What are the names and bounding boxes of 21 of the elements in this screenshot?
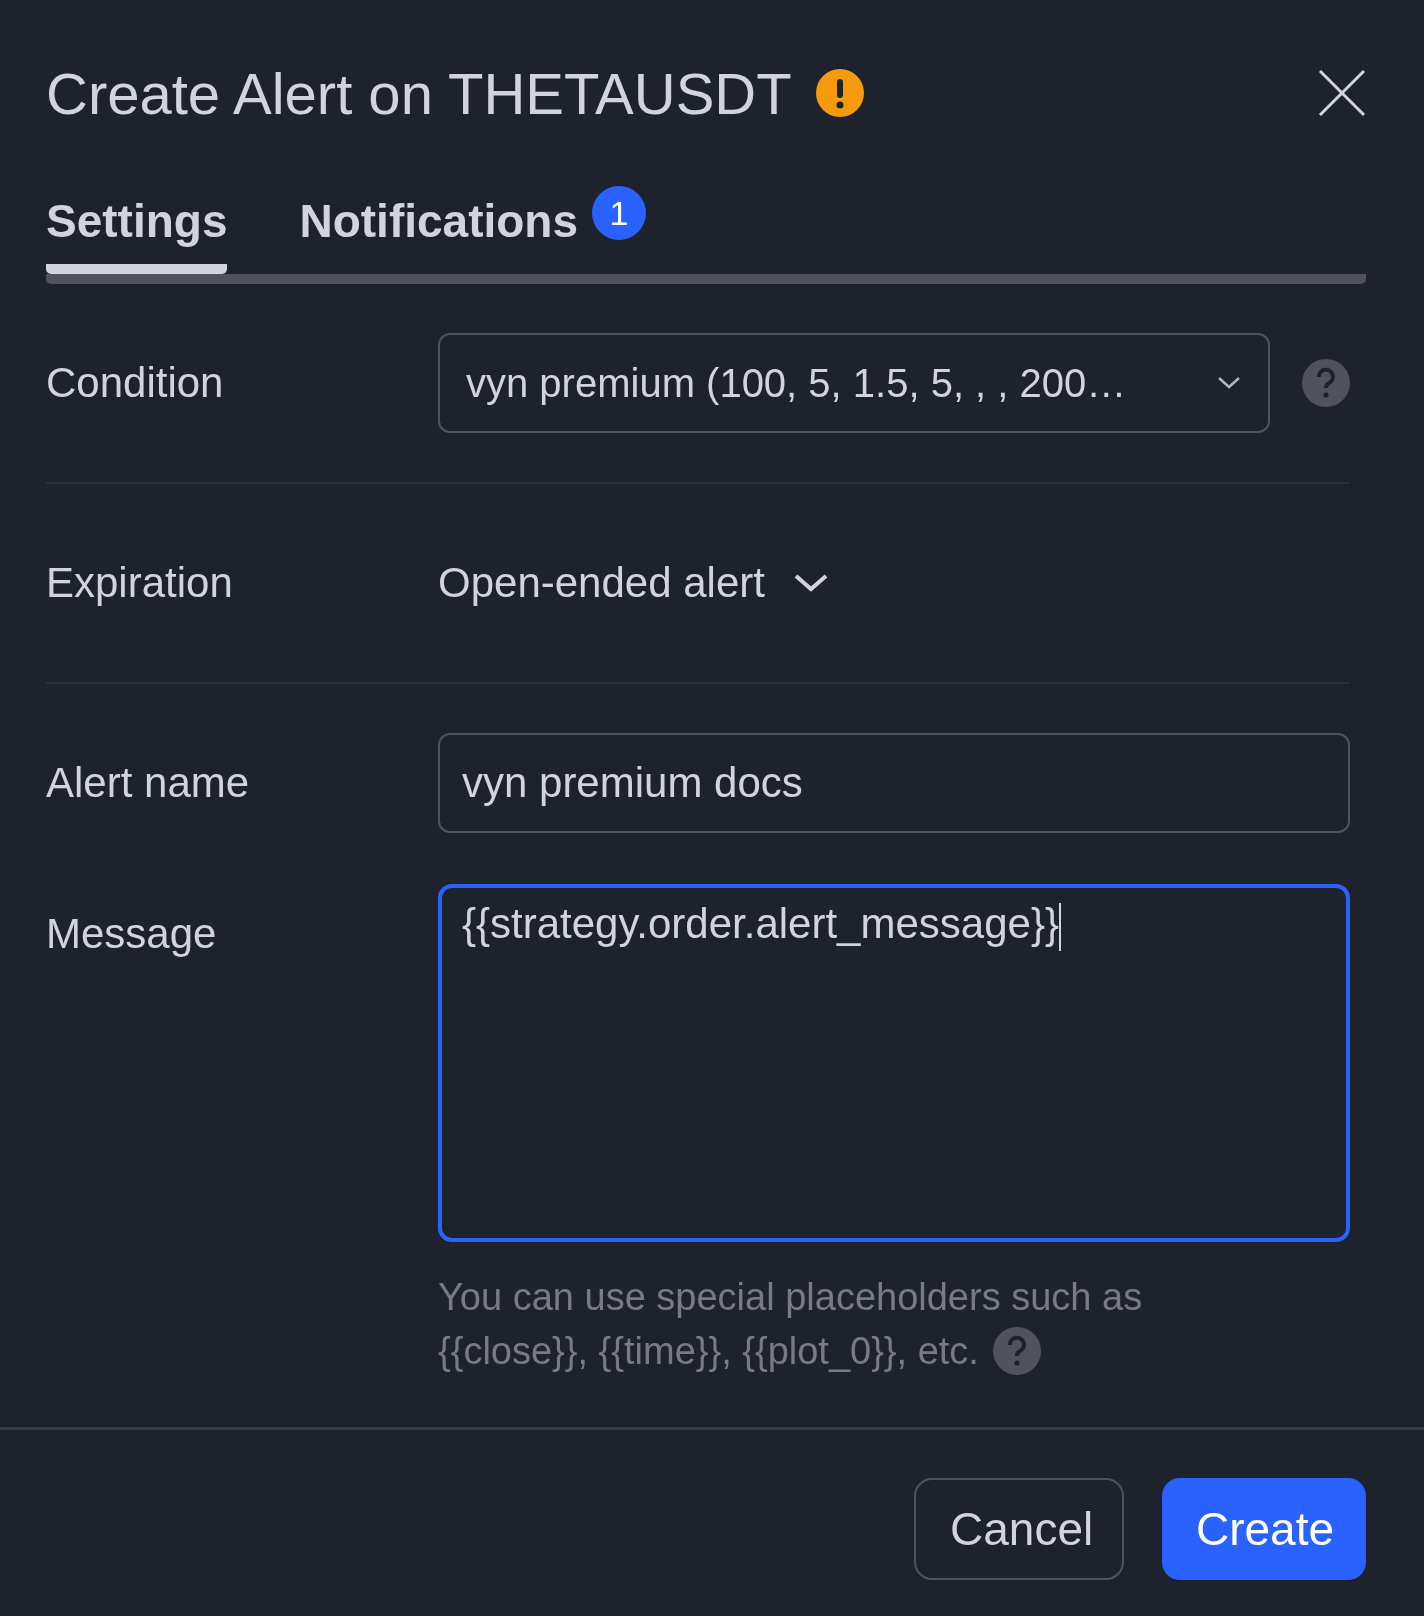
help-icon[interactable] (992, 1327, 1041, 1375)
chevron-down-icon (792, 572, 829, 594)
field-label: Alert name (46, 759, 251, 807)
chevron-down-icon (1216, 375, 1242, 391)
dialog-title: Create Alert on THETAUSDT (46, 59, 792, 127)
tab[interactable]: Settings (46, 184, 228, 274)
message-field[interactable]: {{strategy.order.alert_message}} (438, 884, 1350, 1242)
condition-select[interactable]: vyn premium (100, 5, 1.5, 5, , , 200… (438, 333, 1270, 433)
create-button[interactable]: Create (1162, 1478, 1366, 1580)
field-label: Message (46, 910, 218, 958)
cancel-button[interactable]: Cancel (914, 1478, 1124, 1580)
count-badge: 1 (592, 186, 647, 240)
hint-text: You can use special placeholders such as (438, 1275, 1143, 1320)
field-label: Expiration (46, 559, 234, 607)
hint-text: {{close}}, {{time}}, {{plot_0}}, etc. (438, 1329, 979, 1374)
help-icon[interactable] (1302, 359, 1350, 407)
alert-name-field[interactable]: vyn premium docs (438, 733, 1350, 833)
expiration-dropdown[interactable]: Open-ended alert (438, 559, 829, 607)
tab[interactable]: Notifications 1 (299, 184, 647, 274)
field-label: Condition (46, 359, 225, 407)
close-icon[interactable] (1318, 69, 1366, 117)
